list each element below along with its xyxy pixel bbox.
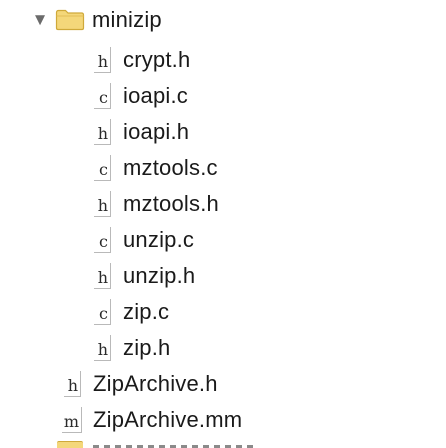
source-file-icon: c bbox=[94, 299, 111, 325]
header-file-icon: h bbox=[94, 119, 111, 145]
file-row[interactable]: h zip.h bbox=[0, 332, 446, 366]
header-file-icon: h bbox=[64, 371, 81, 397]
folder-icon bbox=[55, 8, 85, 31]
file-label: zip.h bbox=[123, 335, 171, 360]
header-file-icon: h bbox=[94, 335, 111, 361]
file-label: unzip.c bbox=[123, 227, 195, 252]
folder-label: minizip bbox=[92, 7, 162, 32]
source-file-icon: c bbox=[94, 83, 111, 109]
disclosure-triangle-icon[interactable]: ▼ bbox=[30, 9, 50, 31]
source-file-icon: c bbox=[94, 155, 111, 181]
objc-source-file-icon: m bbox=[62, 407, 82, 433]
file-row[interactable]: h ioapi.h bbox=[0, 116, 446, 150]
partially-visible-row bbox=[0, 436, 446, 448]
header-file-icon: h bbox=[94, 191, 111, 217]
file-row[interactable]: c unzip.c bbox=[0, 224, 446, 258]
folder-icon bbox=[57, 441, 83, 448]
file-row[interactable]: c mztools.c bbox=[0, 152, 446, 186]
file-label: mztools.h bbox=[123, 191, 219, 216]
header-file-icon: h bbox=[94, 47, 111, 73]
file-row[interactable]: c zip.c bbox=[0, 296, 446, 330]
file-label: ioapi.c bbox=[123, 83, 188, 108]
file-label: mztools.c bbox=[123, 155, 218, 180]
header-file-icon: h bbox=[94, 263, 111, 289]
file-row[interactable]: c ioapi.c bbox=[0, 80, 446, 114]
file-row[interactable]: h ZipArchive.h bbox=[0, 368, 446, 402]
file-label: zip.c bbox=[123, 299, 170, 324]
file-row[interactable]: m ZipArchive.mm bbox=[0, 404, 446, 438]
file-row[interactable]: h unzip.h bbox=[0, 260, 446, 294]
file-label: ioapi.h bbox=[123, 119, 190, 144]
file-row[interactable]: h mztools.h bbox=[0, 188, 446, 222]
source-file-icon: c bbox=[94, 227, 111, 253]
file-label: crypt.h bbox=[123, 47, 191, 72]
file-label: unzip.h bbox=[123, 263, 196, 288]
file-navigator-tree: ▼ minizip h crypt.h c ioapi.c h ioapi.h … bbox=[0, 0, 446, 448]
file-label: ZipArchive.mm bbox=[93, 407, 243, 432]
file-label: ZipArchive.h bbox=[93, 371, 218, 396]
file-row[interactable]: h crypt.h bbox=[0, 44, 446, 78]
folder-row-minizip[interactable]: ▼ minizip bbox=[0, 4, 446, 38]
